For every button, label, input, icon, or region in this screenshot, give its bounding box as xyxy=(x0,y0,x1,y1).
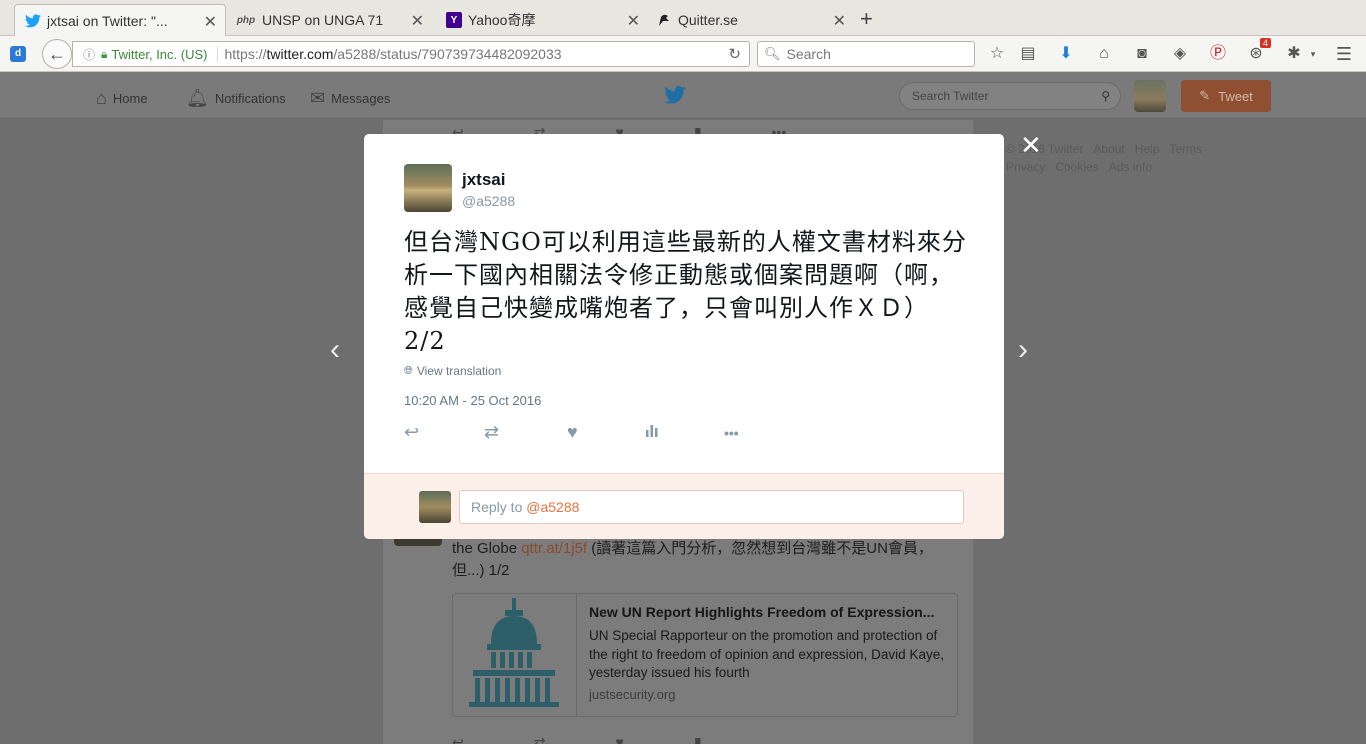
tweet-link[interactable]: qttr.at/1j5f xyxy=(521,540,587,557)
more-icon[interactable]: ••• xyxy=(724,425,739,441)
search-icon: ⚲ xyxy=(1101,89,1110,103)
notification-badge: 4 xyxy=(1260,38,1272,48)
capitol-dome-icon xyxy=(453,594,577,716)
avatar[interactable] xyxy=(404,164,452,212)
compose-icon: ✎ xyxy=(1199,88,1211,103)
tweet-modal: jxtsai @a5288 但台灣NGO可以利用這些最新的人權文書材料來分析一下… xyxy=(364,134,1004,539)
browser-nav-bar: d ← ⓘ 🔒︎ Twitter, Inc. (US) https://twit… xyxy=(0,36,1366,72)
search-icon: 🔍︎ xyxy=(764,46,781,61)
user-handle[interactable]: @a5288 xyxy=(462,193,515,209)
twitter-bird-icon[interactable] xyxy=(664,86,686,106)
nav-notifications[interactable]: 🔔︎ Notifications xyxy=(186,88,286,109)
menu-icon[interactable]: ☰ xyxy=(1334,44,1354,64)
nav-home[interactable]: ⌂ Home xyxy=(96,88,148,109)
close-tab-icon[interactable]: ✕ xyxy=(204,12,217,32)
home-icon[interactable]: ⌂ xyxy=(1094,44,1114,64)
bug-extension-icon[interactable]: ✱ xyxy=(1284,44,1304,64)
browser-search-input[interactable]: 🔍︎ Search xyxy=(757,41,975,67)
like-heart-icon[interactable]: ♥ xyxy=(567,422,578,443)
next-tweet-chevron-icon[interactable]: › xyxy=(1018,333,1028,367)
close-tab-icon[interactable]: ✕ xyxy=(411,11,424,31)
link-preview-card[interactable]: New UN Report Highlights Freedom of Expr… xyxy=(452,593,958,717)
download-icon[interactable]: ⬇ xyxy=(1056,44,1076,64)
previous-tweet-chevron-icon[interactable]: ‹ xyxy=(330,333,340,367)
search-placeholder: Search xyxy=(786,46,831,62)
card-domain: justsecurity.org xyxy=(589,687,676,702)
back-arrow-icon: ← xyxy=(48,43,66,64)
bookmark-star-icon[interactable]: ☆ xyxy=(987,44,1007,64)
back-button[interactable]: ← xyxy=(42,39,72,69)
tab-yahoo[interactable]: Y Yahoo奇摩 ✕ xyxy=(436,4,648,36)
card-description: UN Special Rapporteur on the promotion a… xyxy=(589,628,944,680)
tab-quitter[interactable]: Quitter.se ✕ xyxy=(646,4,854,36)
home-icon: ⌂ xyxy=(96,88,107,108)
browser-tab-bar: jxtsai on Twitter: "... ✕ php UNSP on UN… xyxy=(0,0,1366,36)
tab-title: Quitter.se xyxy=(678,12,738,28)
pocket-icon[interactable]: ◙ xyxy=(1132,44,1152,64)
retweet-icon[interactable]: ⇄ xyxy=(484,422,499,443)
background-tweet-text: the Globe qttr.at/1j5f (讀著這篇入門分析，忽然想到台灣雖… xyxy=(452,540,933,579)
url-bar[interactable]: ⓘ 🔒︎ Twitter, Inc. (US) https://twitter.… xyxy=(72,41,750,67)
close-tab-icon[interactable]: ✕ xyxy=(627,11,640,31)
envelope-icon: ✉ xyxy=(310,88,326,108)
reading-list-icon[interactable]: ▤ xyxy=(1018,44,1038,64)
tweet-timestamp[interactable]: 10:20 AM - 25 Oct 2016 xyxy=(404,393,541,408)
twitter-icon xyxy=(25,13,41,29)
close-icon[interactable]: ✕ xyxy=(1020,130,1042,161)
globe-icon: 🌐︎ xyxy=(404,364,413,377)
tab-twitter[interactable]: jxtsai on Twitter: "... ✕ xyxy=(14,4,226,36)
php-icon: php xyxy=(236,14,256,26)
site-identity: Twitter, Inc. (US) xyxy=(111,46,208,62)
pinterest-icon[interactable]: Ⓟ xyxy=(1208,44,1228,64)
card-title: New UN Report Highlights Freedom of Expr… xyxy=(589,604,935,620)
twitter-search-input[interactable]: Search Twitter ⚲ xyxy=(899,82,1121,110)
chevron-down-icon[interactable]: ▾ xyxy=(1303,44,1323,64)
reply-area: Reply to @a5288 xyxy=(364,473,1004,539)
lock-icon: 🔒︎ xyxy=(101,46,108,61)
quitter-icon xyxy=(656,12,672,28)
info-icon[interactable]: ⓘ xyxy=(83,46,95,63)
extension-icon[interactable]: ◈ xyxy=(1170,44,1190,64)
tweet-actions: ↩ ⇄ ♥ ▮ xyxy=(452,734,702,744)
duckduckgo-icon[interactable]: d xyxy=(10,46,26,62)
yahoo-icon: Y xyxy=(446,12,462,28)
new-tab-icon[interactable]: + xyxy=(860,6,873,32)
reload-icon[interactable]: ↻ xyxy=(728,45,741,63)
reply-input[interactable]: Reply to @a5288 xyxy=(459,490,964,524)
reply-icon[interactable]: ↩ xyxy=(404,422,419,443)
nav-messages[interactable]: ✉ Messages xyxy=(310,88,390,109)
user-name[interactable]: jxtsai xyxy=(462,170,505,190)
tab-unsp[interactable]: php UNSP on UNGA 71 ✕ xyxy=(226,4,432,36)
avatar xyxy=(419,491,451,523)
tweet-button[interactable]: ✎ Tweet xyxy=(1181,80,1271,112)
avatar[interactable] xyxy=(1134,80,1166,112)
tab-title: UNSP on UNGA 71 xyxy=(262,12,384,28)
view-translation-link[interactable]: 🌐︎ View translation xyxy=(404,364,501,378)
analytics-icon[interactable] xyxy=(645,422,659,443)
close-tab-icon[interactable]: ✕ xyxy=(833,11,846,31)
url-text: https://twitter.com/a5288/status/7907397… xyxy=(217,46,562,62)
bell-icon: 🔔︎ xyxy=(186,88,209,108)
tab-title: Yahoo奇摩 xyxy=(468,12,536,28)
tab-title: jxtsai on Twitter: "... xyxy=(47,12,168,29)
tweet-text: 但台灣NGO可以利用這些最新的人權文書材料來分析一下國內相關法令修正動態或個案問… xyxy=(404,228,967,355)
